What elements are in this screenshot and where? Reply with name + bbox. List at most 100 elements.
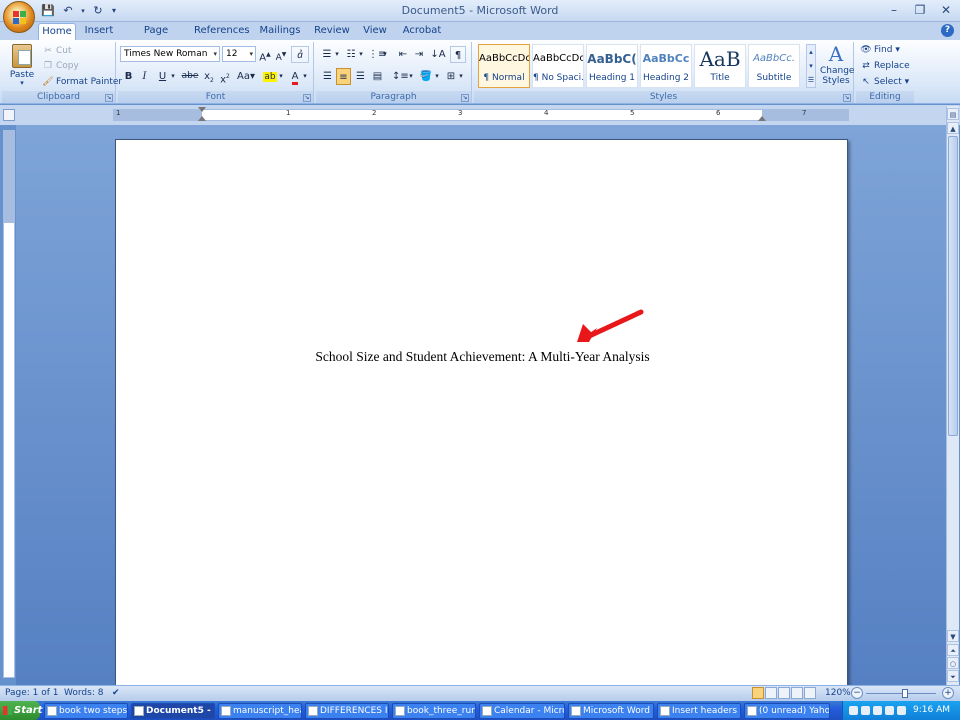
word-count[interactable]: Words: 8 (64, 686, 103, 701)
tab-mailings[interactable]: Mailings (258, 23, 302, 40)
show-hide-formatting-icon[interactable]: ¶ (450, 46, 466, 63)
network-icon[interactable] (861, 706, 870, 715)
tab-view[interactable]: View (360, 23, 390, 40)
style-no-spacing[interactable]: AaBbCcDc ¶ No Spaci... (532, 44, 584, 88)
superscript-button[interactable]: x2 (218, 68, 232, 85)
underline-dropdown-icon[interactable]: ▾ (170, 68, 176, 85)
scroll-down-button[interactable]: ▼ (947, 630, 959, 642)
line-spacing-dropdown-icon[interactable]: ▾ (408, 68, 414, 85)
document-title-line[interactable]: School Size and Student Achievement: A M… (116, 349, 849, 365)
volume-icon[interactable] (885, 706, 894, 715)
print-layout-icon[interactable] (752, 687, 764, 699)
restore-button[interactable]: ❐ (910, 1, 930, 19)
paste-dropdown-icon[interactable]: ▾ (6, 80, 38, 87)
right-indent-marker[interactable] (758, 116, 766, 121)
antivirus-icon[interactable] (897, 706, 906, 715)
tab-selector[interactable] (3, 109, 15, 121)
multilevel-dropdown-icon[interactable]: ▾ (382, 46, 388, 63)
line-spacing-icon[interactable]: ↕≡ (392, 68, 409, 85)
tab-insert[interactable]: Insert (82, 23, 116, 40)
tab-references[interactable]: References (194, 23, 250, 40)
web-layout-icon[interactable] (778, 687, 790, 699)
bullets-dropdown-icon[interactable]: ▾ (334, 46, 340, 63)
underline-button[interactable]: U (156, 68, 169, 85)
style-subtitle[interactable]: AaBbCc. Subtitle (748, 44, 800, 88)
ruler-toggle-icon[interactable]: ▤ (947, 108, 959, 120)
zoom-out-button[interactable]: − (851, 687, 863, 699)
style-title[interactable]: AaB Title (694, 44, 746, 88)
taskbar-item[interactable]: Document5 - ... (131, 703, 215, 719)
shading-icon[interactable]: 🪣 (418, 68, 434, 85)
browse-object-button[interactable]: ○ (947, 657, 959, 669)
tab-page-layout[interactable]: Page Layout (126, 23, 186, 52)
decrease-indent-icon[interactable]: ⇤ (396, 46, 410, 63)
scrollbar-thumb[interactable] (948, 136, 958, 436)
highlight-dropdown-icon[interactable]: ▾ (278, 68, 284, 85)
highlight-color-icon[interactable]: ab (262, 68, 278, 85)
select-button[interactable]: ↖ Select ▾ (860, 75, 909, 89)
taskbar-item[interactable]: book_three_run... (392, 703, 476, 719)
change-case-button[interactable]: Aa▾ (236, 68, 256, 85)
style-normal[interactable]: AaBbCcDc ¶ Normal (478, 44, 530, 88)
bullets-icon[interactable]: ☰ (320, 46, 334, 63)
font-dialog-launcher[interactable]: ↘ (303, 94, 311, 102)
styles-gallery-scroll[interactable]: ▴ ▾ ☰ (806, 44, 816, 88)
close-button[interactable]: ✕ (936, 1, 956, 19)
vertical-scrollbar[interactable]: ▤ ▲ ▼ ⏶ ○ ⏷ (946, 106, 959, 685)
full-screen-reading-icon[interactable] (765, 687, 777, 699)
paragraph-dialog-launcher[interactable]: ↘ (461, 94, 469, 102)
taskbar-item[interactable]: (0 unread) Yaho... (744, 703, 830, 719)
font-family-dropdown-icon[interactable]: ▾ (213, 47, 217, 61)
borders-dropdown-icon[interactable]: ▾ (458, 68, 464, 85)
scroll-up-button[interactable]: ▲ (947, 122, 959, 134)
replace-button[interactable]: ⇄ Replace (860, 59, 909, 73)
format-painter-button[interactable]: 🖌 Format Painter (42, 75, 122, 89)
align-right-icon[interactable]: ☰ (353, 68, 368, 85)
find-button[interactable]: 👁 Find ▾ (860, 43, 900, 57)
tab-acrobat[interactable]: Acrobat (400, 23, 444, 40)
previous-page-button[interactable]: ⏶ (947, 644, 959, 656)
outline-view-icon[interactable] (791, 687, 803, 699)
styles-dialog-launcher[interactable]: ↘ (843, 94, 851, 102)
zoom-slider-thumb[interactable] (902, 689, 908, 698)
security-icon[interactable] (873, 706, 882, 715)
taskbar-item[interactable]: Microsoft Word ... (568, 703, 654, 719)
numbering-dropdown-icon[interactable]: ▾ (358, 46, 364, 63)
taskbar-item[interactable]: manuscript_hea... (218, 703, 302, 719)
strikethrough-button[interactable]: abe (180, 68, 200, 85)
cut-button[interactable]: ✂ Cut (42, 44, 71, 58)
clear-formatting-icon[interactable]: ꞻ (291, 46, 309, 63)
help-tray-icon[interactable] (849, 706, 858, 715)
multilevel-list-icon[interactable]: ⋮≡ (368, 46, 386, 63)
next-page-button[interactable]: ⏷ (947, 670, 959, 682)
tab-home[interactable]: Home (38, 23, 76, 40)
align-left-icon[interactable]: ☰ (320, 68, 335, 85)
first-line-indent-marker[interactable] (198, 107, 206, 112)
font-size-dropdown-icon[interactable]: ▾ (249, 47, 253, 61)
shrink-font-button[interactable]: A▼ (274, 46, 288, 63)
font-color-dropdown-icon[interactable]: ▾ (302, 68, 308, 85)
font-color-icon[interactable]: A (288, 68, 302, 85)
change-styles-button[interactable]: A Change Styles (820, 42, 854, 86)
taskbar-item[interactable]: book two steps... (44, 703, 128, 719)
increase-indent-icon[interactable]: ⇥ (412, 46, 426, 63)
taskbar-item[interactable]: Calendar - Micro... (479, 703, 565, 719)
start-button[interactable]: Start (0, 701, 42, 720)
zoom-in-button[interactable]: + (942, 687, 954, 699)
zoom-level[interactable]: 120% (825, 686, 851, 701)
taskbar-item[interactable]: DIFFERENCES I... (305, 703, 389, 719)
office-button[interactable] (3, 1, 35, 33)
grow-font-button[interactable]: A▲ (258, 46, 272, 63)
page-count[interactable]: Page: 1 of 1 (5, 686, 59, 701)
copy-button[interactable]: ❐ Copy (42, 59, 79, 73)
font-size-box[interactable]: 12 ▾ (222, 46, 256, 62)
shading-dropdown-icon[interactable]: ▾ (434, 68, 440, 85)
zoom-slider[interactable] (866, 689, 936, 698)
paste-button[interactable]: Paste ▾ (6, 42, 38, 88)
draft-view-icon[interactable] (804, 687, 816, 699)
help-icon[interactable]: ? (941, 24, 954, 37)
clipboard-dialog-launcher[interactable]: ↘ (105, 94, 113, 102)
style-heading-1[interactable]: AaBbC( Heading 1 (586, 44, 638, 88)
minimize-button[interactable]: – (884, 1, 904, 19)
numbering-icon[interactable]: ☷ (344, 46, 358, 63)
